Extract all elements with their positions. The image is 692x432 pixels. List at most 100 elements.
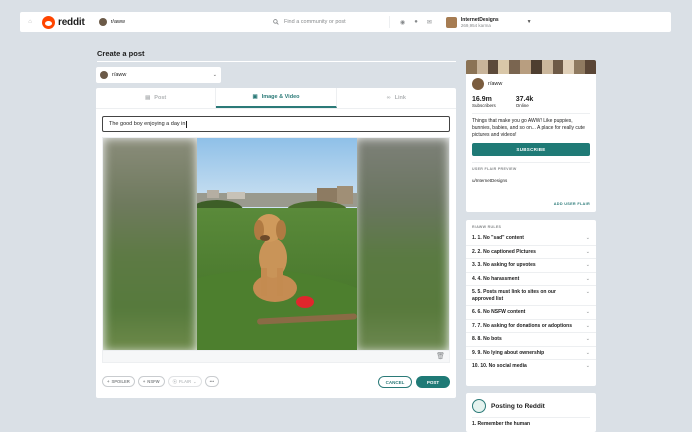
rule-item[interactable]: 9. 9. No lying about ownership ⌄: [466, 347, 596, 360]
tag-icon: ⦿: [172, 378, 177, 384]
caret-down-icon: ▼: [526, 19, 532, 25]
post-editor-card: ▤ Post ▣ Image & Video ∞ Link The good b…: [96, 88, 456, 398]
tab-post[interactable]: ▤ Post: [96, 88, 217, 108]
community-switcher[interactable]: r/aww: [98, 18, 125, 26]
chevron-down-icon: ⌄: [585, 322, 590, 329]
user-avatar: [445, 16, 457, 28]
community-avatar: [100, 71, 108, 79]
rule-item[interactable]: 1. 1. No "sad" content ⌄: [466, 232, 596, 246]
user-menu[interactable]: InternetDesigns 269,954 karma ▼: [445, 16, 532, 28]
posting-guidelines-title: Posting to Reddit: [491, 402, 545, 410]
nsfw-button[interactable]: + NSFW: [137, 376, 165, 387]
community-dropdown-value: r/aww: [112, 72, 127, 78]
rule-item[interactable]: 5. 5. Posts must link to sites on our ap…: [466, 286, 596, 306]
post-footer: + SPOILER + NSFW ⦿ FLAIR ⌄ ••• CANCEL PO…: [96, 370, 456, 398]
uploaded-dog-photo: [197, 138, 357, 350]
spoiler-label: SPOILER: [111, 379, 130, 384]
rule-item[interactable]: 2. 2. No captioned Pictures ⌄: [466, 246, 596, 259]
dog-photo-illustration: [197, 138, 357, 350]
divider: [97, 61, 456, 62]
post-button[interactable]: POST: [416, 376, 450, 388]
top-navigation-bar: ⌂ reddit r/aww Find a community or post …: [20, 12, 671, 32]
image-icon: ▣: [252, 94, 258, 100]
tab-label: Post: [154, 95, 167, 101]
community-avatar: [472, 78, 484, 90]
home-icon[interactable]: ⌂: [20, 19, 40, 25]
community-stats: 16.9m Subscribers 37.4k Online: [466, 90, 596, 108]
rule-text: 5. 5. Posts must link to sites on our ap…: [472, 289, 556, 302]
popular-icon[interactable]: ◉: [400, 19, 405, 26]
user-karma: 269,954 karma: [460, 22, 491, 28]
rule-item[interactable]: 10. 10. No social media ⌄: [466, 360, 596, 373]
community-description: Things that make you go AWW! Like puppie…: [472, 118, 585, 138]
post-title-value: The good boy enjoying a day in: [109, 121, 186, 127]
rule-text: 8. 8. No bots: [472, 336, 502, 342]
add-user-flair-button[interactable]: ADD USER FLAIR: [554, 202, 590, 206]
chevron-down-icon: ⌄: [585, 336, 590, 342]
rule-item[interactable]: 8. 8. No bots ⌄: [466, 333, 596, 347]
rules-heading: R/AWW RULES: [472, 225, 502, 229]
more-options-label: •••: [209, 379, 215, 384]
spoiler-button[interactable]: + SPOILER: [102, 376, 135, 387]
community-dropdown[interactable]: r/aww ⌄: [96, 67, 221, 83]
mail-icon[interactable]: ✉: [427, 19, 432, 26]
rule-text: 10. 10. No social media: [472, 363, 527, 369]
trash-icon[interactable]: 🗑: [436, 352, 445, 360]
search-placeholder: Find a community or post: [283, 19, 346, 25]
rule-item[interactable]: 7. 7. No asking for donations or adoptio…: [466, 320, 596, 333]
snoo-logo-icon: [42, 15, 55, 29]
user-name: InternetDesigns: [460, 16, 499, 23]
blurred-background-left: [103, 138, 197, 350]
link-icon: ∞: [386, 95, 391, 101]
plus-icon: +: [142, 379, 146, 384]
brand-name: reddit: [58, 16, 85, 28]
rule-text: 9. 9. No lying about ownership: [472, 349, 545, 356]
subscribers-count: 16.9m: [472, 96, 492, 103]
text-cursor: [186, 120, 188, 128]
document-icon: ▤: [145, 95, 151, 101]
tab-link[interactable]: ∞ Link: [337, 88, 456, 108]
rule-text: 4. 4. No harassment: [472, 275, 520, 282]
search-icon: [273, 19, 279, 25]
rule-text: 7. 7. No asking for donations or adoptio…: [472, 322, 573, 329]
posting-guidelines-card: Posting to Reddit 1. Remember the human: [466, 393, 596, 432]
chevron-down-icon: ⌄: [585, 262, 590, 268]
chat-icon[interactable]: ●: [414, 19, 418, 26]
rule-item[interactable]: 6. 6. No NSFW content ⌄: [466, 306, 596, 320]
rule-text: 2. 2. No captioned Pictures: [472, 248, 536, 255]
community-avatar: [98, 18, 107, 26]
more-options-button[interactable]: •••: [204, 376, 220, 387]
page-title: Create a post: [97, 49, 145, 58]
tab-image-video[interactable]: ▣ Image & Video: [216, 88, 337, 108]
community-name[interactable]: r/aww: [488, 81, 502, 87]
user-flair-preview-heading: USER FLAIR PREVIEW: [472, 167, 517, 171]
community-switcher-label: r/aww: [110, 19, 125, 25]
posting-guideline-item: 1. Remember the human: [472, 421, 531, 427]
community-rules-card: R/AWW RULES 1. 1. No "sad" content ⌄ 2. 2…: [466, 220, 596, 386]
chevron-down-icon: ⌄: [585, 248, 590, 255]
chevron-down-icon: ⌄: [585, 309, 590, 315]
cancel-button[interactable]: CANCEL: [378, 376, 412, 388]
plus-icon: +: [107, 379, 110, 384]
flair-label: FLAIR: [178, 379, 192, 384]
media-preview[interactable]: [102, 137, 450, 351]
rule-text: 6. 6. No NSFW content: [472, 309, 526, 315]
rule-item[interactable]: 4. 4. No harassment ⌄: [466, 273, 596, 286]
chevron-down-icon: ⌄: [585, 235, 590, 241]
chevron-down-icon: ⌄: [585, 349, 590, 356]
chevron-down-icon: ⌄: [585, 363, 590, 369]
divider: [388, 16, 390, 28]
search-input[interactable]: Find a community or post: [273, 19, 373, 25]
rule-text: 1. 1. No "sad" content: [472, 235, 524, 241]
reddit-logo[interactable]: reddit: [42, 15, 85, 29]
media-toolbar: 🗑: [102, 351, 450, 363]
community-banner: [466, 60, 596, 74]
flair-button[interactable]: ⦿ FLAIR ⌄: [167, 376, 202, 387]
subscribe-button[interactable]: SUBSCRIBE: [472, 143, 590, 156]
tab-label: Link: [394, 95, 406, 101]
chevron-down-icon: ⌄: [212, 72, 217, 78]
post-title-input[interactable]: The good boy enjoying a day in: [102, 116, 450, 132]
user-flair-preview: u/InternetDesigns: [472, 178, 508, 183]
tab-label: Image & Video: [261, 94, 300, 100]
rule-item[interactable]: 3. 3. No asking for upvotes ⌄: [466, 259, 596, 273]
